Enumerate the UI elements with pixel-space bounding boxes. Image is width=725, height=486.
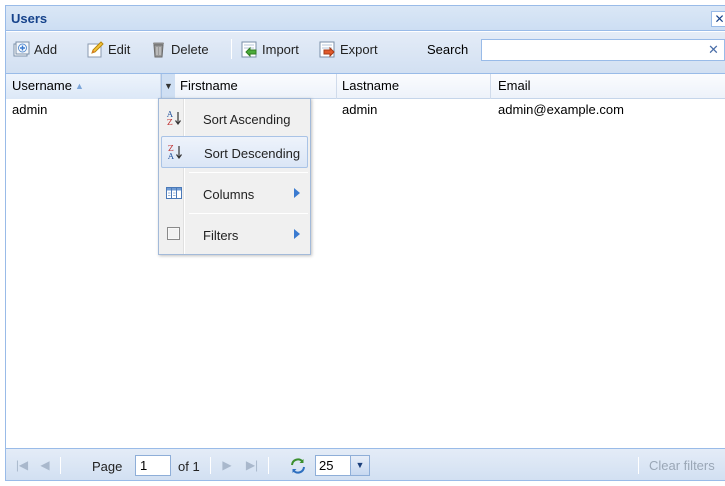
delete-button[interactable]: Delete xyxy=(150,39,209,59)
search-input[interactable] xyxy=(481,39,725,61)
page-count-label: of 1 xyxy=(178,459,200,474)
columns-icon xyxy=(166,187,182,199)
export-button[interactable]: Export xyxy=(319,39,378,59)
paging-toolbar: |◀ ◀ Page 1 of 1 ▶ ▶| 25 ▼ Clear filters xyxy=(6,448,725,480)
cell-lastname: admin xyxy=(342,102,378,117)
delete-label: Delete xyxy=(171,41,209,57)
last-page-icon[interactable]: ▶| xyxy=(244,456,260,474)
grid-header: Username ▲ ▼ Firstname Lastname Email xyxy=(6,74,725,99)
import-label: Import xyxy=(262,41,299,57)
paging-separator xyxy=(210,457,211,474)
edit-button[interactable]: Edit xyxy=(87,39,130,59)
column-menu-trigger-icon[interactable]: ▼ xyxy=(161,74,175,99)
sort-ascending-indicator-icon: ▲ xyxy=(74,81,84,91)
submenu-arrow-icon xyxy=(294,188,300,198)
trash-icon xyxy=(153,42,164,57)
column-label-email: Email xyxy=(498,78,531,93)
svg-text:A: A xyxy=(167,152,174,160)
clear-filters-button[interactable]: Clear filters xyxy=(649,458,715,473)
svg-text:Z: Z xyxy=(167,118,173,126)
chevron-down-icon[interactable]: ▼ xyxy=(350,456,369,475)
panel-header: Users ✕ xyxy=(6,6,725,31)
search-label: Search xyxy=(427,42,469,57)
menu-item-sort-descending[interactable]: Z A Sort Descending xyxy=(161,136,308,168)
submenu-arrow-icon xyxy=(294,229,300,239)
cell-email: admin@example.com xyxy=(498,102,624,117)
column-header-lastname[interactable]: Lastname xyxy=(337,74,491,99)
checkbox-icon xyxy=(167,227,180,240)
page-number-input[interactable]: 1 xyxy=(135,455,171,476)
column-header-email[interactable]: Email xyxy=(491,74,725,99)
export-label: Export xyxy=(340,41,378,57)
menu-separator xyxy=(189,213,308,214)
menu-item-sort-ascending[interactable]: A Z Sort Ascending xyxy=(161,103,308,135)
grid-toolbar: Add Edit Delete Import Export Search ✕ xyxy=(6,32,725,74)
column-label-lastname: Lastname xyxy=(342,78,400,93)
import-icon xyxy=(241,41,257,57)
menu-label-columns: Columns xyxy=(203,187,255,202)
refresh-icon[interactable] xyxy=(289,457,307,475)
paging-separator xyxy=(268,457,269,474)
paging-separator xyxy=(60,457,61,474)
search-clear-icon[interactable]: ✕ xyxy=(702,39,725,61)
import-button[interactable]: Import xyxy=(241,39,299,59)
page-size-select[interactable]: 25 ▼ xyxy=(315,455,370,476)
add-label: Add xyxy=(34,41,58,57)
page-label: Page xyxy=(92,459,123,474)
column-label-firstname: Firstname xyxy=(180,78,238,93)
users-grid-panel: Users ✕ Add Edit Delete Import Export Se… xyxy=(5,5,725,481)
previous-page-icon[interactable]: ◀ xyxy=(38,456,52,474)
edit-icon xyxy=(87,40,104,57)
menu-item-filters[interactable]: Filters xyxy=(161,219,308,251)
table-row[interactable]: admin admin admin@example.com xyxy=(6,100,725,123)
first-page-icon[interactable]: |◀ xyxy=(14,456,30,474)
next-page-icon[interactable]: ▶ xyxy=(220,456,234,474)
sort-descending-icon: Z A xyxy=(167,144,182,160)
paging-separator xyxy=(638,457,639,474)
panel-title: Users xyxy=(11,11,48,26)
edit-label: Edit xyxy=(108,41,131,57)
column-header-firstname[interactable]: Firstname xyxy=(176,74,337,99)
menu-item-columns[interactable]: Columns xyxy=(161,178,308,210)
add-icon xyxy=(13,41,30,56)
menu-label-sort-ascending: Sort Ascending xyxy=(203,112,291,127)
page-size-value: 25 xyxy=(319,458,334,473)
sort-ascending-icon: A Z xyxy=(166,110,181,126)
menu-separator xyxy=(189,172,308,173)
menu-label-sort-descending: Sort Descending xyxy=(204,146,301,161)
menu-label-filters: Filters xyxy=(203,228,239,243)
toolbar-separator xyxy=(231,39,232,59)
cell-username: admin xyxy=(12,102,48,117)
column-label-username: Username xyxy=(12,78,72,93)
column-header-username[interactable]: Username ▲ xyxy=(6,74,161,99)
column-menu: A Z Sort Ascending Z A Sort Descending C… xyxy=(158,98,311,255)
add-button[interactable]: Add xyxy=(13,39,57,59)
close-button[interactable]: ✕ xyxy=(711,11,725,27)
export-icon xyxy=(319,41,335,57)
